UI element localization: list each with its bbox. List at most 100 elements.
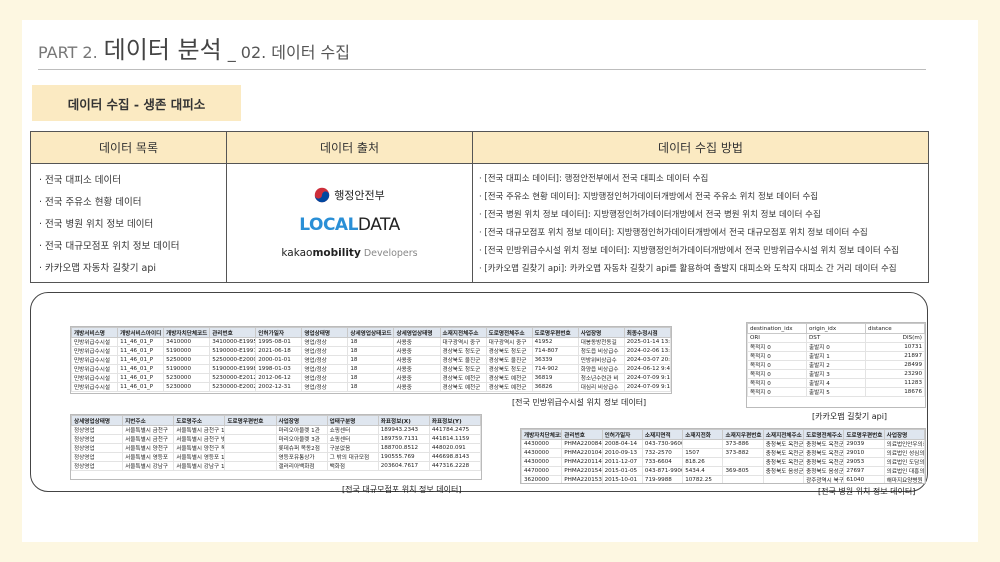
column-header: 소재지전체주소 [439, 327, 487, 338]
table-cell: 사용중 [393, 373, 441, 383]
table-cell: 2025-01-14 13:5 [623, 337, 671, 347]
table-row: 민방위급수시설 11_46_01_P 5230000 5230000-E20020 20… [71, 382, 671, 392]
table-cell: 373-882 [722, 448, 764, 458]
column-header: 도로명주소 [173, 415, 226, 426]
table-cell: 18 [347, 355, 395, 365]
table-cell: 영업/정상 [301, 346, 349, 356]
section-badge: 데이터 수집 - 생존 대피소 [32, 85, 241, 121]
table-cell [224, 425, 277, 435]
table-row: 목적지 0 출발지 0 10731 [747, 342, 925, 352]
table-cell: 영업/정상 [301, 355, 349, 365]
list-item: · 전국 병원 위치 정보 데이터 [39, 219, 154, 230]
table-row: 목적지 0 출발지 4 11283 [747, 378, 925, 388]
column-header: 상세영업상태명 [393, 327, 441, 338]
screenshot-table: 개방자치단체코드 관리번호 인허가일자 소재지면적 소재지전화 소재지우편번호 소재지전체주… [521, 429, 925, 483]
table-cell: 목적지 0 [747, 360, 807, 370]
table-cell: 의료법인안우의료 [883, 439, 925, 449]
table-cell: 4430000 [521, 448, 563, 458]
data-source-cell: 행정안전부 LOCALDATA kakaomobility Developers [226, 163, 473, 283]
table-header-row: 개방자치단체코드 관리번호 인허가일자 소재지면적 소재지전화 소재지우편번호 소재지전체주… [521, 429, 925, 440]
table-cell: 민방위급수시설 [71, 373, 119, 383]
table-cell: 11_46_01_P [117, 337, 165, 347]
table-cell: 18 [347, 373, 395, 383]
localdata-logo: LOCALDATA [299, 215, 400, 235]
method-item: · [전국 민방위급수시설 위치 정보 데이터]: 지방행정인허가데이터개방에서… [479, 246, 899, 256]
table-cell: 5230000 [163, 373, 211, 383]
table-cell: 10731 [865, 342, 925, 352]
table-cell: 의료법인 대흥의료 [883, 466, 925, 476]
table-cell: 의료법인 성심의 [883, 448, 925, 458]
table-cell: 목적지 0 [747, 369, 807, 379]
table-cell: 190555.769 [377, 452, 430, 462]
table-cell: 해마지요양병원 [883, 475, 925, 483]
table-cell: 18 [347, 364, 395, 374]
data-list-cell: · 전국 대피소 데이터 · 전국 주유소 현황 데이터 · 전국 병원 위치 … [30, 163, 227, 283]
screenshot-table: destination_idx origin_idx distance ORI DST D… [747, 323, 925, 397]
table-cell: 화양읍 비상급수 [577, 364, 625, 374]
table-cell: 5434.4 [682, 466, 724, 476]
table-cell: 27697 [843, 466, 885, 476]
column-header: 개방자치단체코드 [521, 429, 563, 440]
column-header: 영업상태명 [301, 327, 349, 338]
table-cell: 경상북도 청도군 [439, 364, 487, 374]
table-cell: 2024-03-07 20:0 [623, 355, 671, 365]
table-row: 목적지 0 출발지 5 18676 [747, 387, 925, 397]
table-cell: 5190000 [163, 346, 211, 356]
table-cell: 4430000 [521, 457, 563, 467]
table-cell: 청도읍 비상급수 [577, 346, 625, 356]
table-cell: PHMA22015447 [561, 466, 603, 476]
table-cell [224, 443, 277, 453]
table-cell: 1998-01-03 [255, 364, 303, 374]
table-cell: 경상북도 청도군 [485, 346, 533, 356]
table-row: 정상영업서울특별시 금천구서울특별시 금천구 153-801 마리오아울렛 1관쇼… [71, 425, 481, 435]
table-cell: 18676 [865, 387, 925, 397]
hospital-caption: [전국 병원 위치 정보 데이터] [818, 487, 916, 496]
store-caption: [전국 대규모점포 위치 정보 데이터] [342, 485, 462, 494]
table-cell: 사용중 [393, 337, 441, 347]
table-cell: 청소년수련관 비 [577, 373, 625, 383]
table-cell: 충청북도 음성군 [803, 466, 845, 476]
table-cell: PHMA22008443 [561, 439, 603, 449]
data-method-cell: · [전국 대피소 데이터]: 행정안전부에서 전국 대피소 데이터 수집 · … [472, 163, 929, 283]
table-cell: 민방위급수시설 [71, 382, 119, 392]
table-cell: 민방위급수시설 [71, 355, 119, 365]
table-cell: 광주광역시 북구 [803, 475, 845, 483]
table-cell: 11_46_01_P [117, 373, 165, 383]
table-cell: 29039 [843, 439, 885, 449]
table-cell: 5230000 [163, 382, 211, 392]
table-cell: 11_46_01_P [117, 355, 165, 365]
table-cell: 민방위급수시설 [71, 364, 119, 374]
header-divider [38, 69, 926, 70]
table-cell: 대구광역시 중구 [485, 337, 533, 347]
mois-logo-text: 행정안전부 [334, 189, 385, 202]
page-subtitle: _ 02. 데이터 수집 [227, 43, 350, 62]
table-cell: 2012-06-12 [255, 373, 303, 383]
table-row: ORI DST DIS(m) [747, 333, 925, 343]
column-header: 사업장명 [883, 429, 925, 440]
table-cell: 446698.8143 [428, 452, 481, 462]
table-cell [224, 434, 277, 444]
table-cell: 11_46_01_P [117, 364, 165, 374]
table-cell: 백화점 [326, 461, 379, 471]
table-cell: 충청북도 옥천군 [762, 448, 805, 458]
screenshot-table: 개방서비스명 개방서비스아이디 개방자치단체코드 관리번호 인허가일자 영업상태명 상세영업… [71, 327, 671, 392]
table-cell: 목적지 0 [747, 387, 807, 397]
col-header-list: 데이터 목록 [30, 131, 227, 164]
table-cell: 36826 [531, 382, 579, 392]
table-cell: 영업/정상 [301, 364, 349, 374]
table-cell: 정상영업 [71, 452, 124, 462]
column-header: origin_idx [806, 323, 866, 334]
table-cell: 5250000 [163, 355, 211, 365]
table-cell: 043-730-9600 [641, 439, 684, 449]
table-cell: 경상북도 울진군 [439, 355, 487, 365]
table-cell: 정상영업 [71, 425, 124, 435]
taegeuk-icon [314, 187, 330, 203]
data-collection-table: 데이터 목록 데이터 출처 데이터 수집 방법 · 전국 대피소 데이터 · 전… [30, 131, 929, 283]
list-item: · 전국 대규모점포 위치 정보 데이터 [39, 241, 180, 252]
table-cell: 23290 [865, 369, 925, 379]
table-cell: 서울특별시 강남구 [122, 461, 175, 471]
table-cell: 목적지 0 [747, 378, 807, 388]
column-header: 사업장명 [275, 415, 328, 426]
table-cell: 정상영업 [71, 443, 124, 453]
table-cell: 3410000-E19950 [209, 337, 257, 347]
